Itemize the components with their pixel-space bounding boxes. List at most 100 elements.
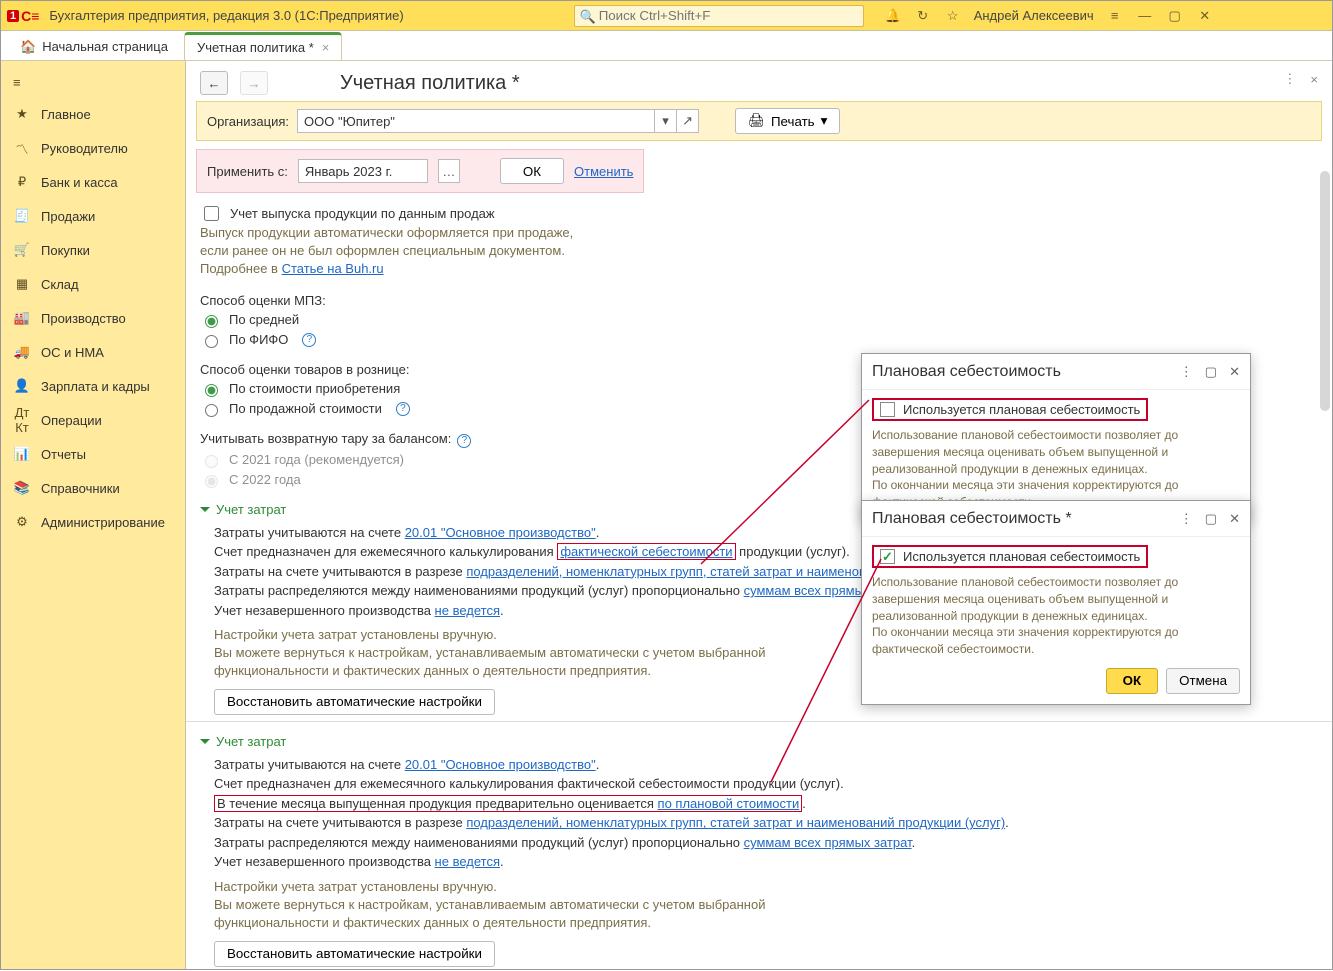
apply-cancel-link[interactable]: Отменить (574, 164, 633, 179)
account-link[interactable]: 20.01 "Основное производство" (405, 525, 596, 540)
tab-accounting-policy[interactable]: Учетная политика * × (184, 32, 342, 60)
help-icon[interactable]: ? (457, 434, 471, 448)
kebab-icon[interactable]: ⋮ (1180, 364, 1193, 380)
restore-defaults-button-1[interactable]: Восстановить автоматические настройки (214, 689, 495, 715)
close-icon[interactable]: ✕ (1229, 364, 1240, 380)
tab-home[interactable]: 🏠 Начальная страница (7, 32, 181, 60)
user-name[interactable]: Андрей Алексеевич (974, 8, 1094, 23)
close-icon[interactable]: ✕ (1196, 8, 1214, 24)
sidebar-label: Руководителю (41, 141, 128, 156)
sidebar-item-11[interactable]: 📚Справочники (1, 471, 185, 505)
costs-text-2: Затраты учитываются на счете 20.01 "Осно… (200, 755, 1318, 967)
sidebar-label: Администрирование (41, 515, 165, 530)
popup1-title: Плановая себестоимость (872, 363, 1180, 381)
actual-cost-link-1[interactable]: фактической себестоимости (560, 544, 732, 559)
sidebar-icon: 📊 (13, 446, 31, 462)
sidebar-item-6[interactable]: 🏭Производство (1, 301, 185, 335)
restore-defaults-button-2[interactable]: Восстановить автоматические настройки (214, 941, 495, 967)
sidebar-item-2[interactable]: ₽Банк и касса (1, 165, 185, 199)
dimensions-link-2[interactable]: подразделений, номенклатурных групп, ста… (466, 815, 1005, 830)
apply-date-field[interactable]: Январь 2023 г. (298, 159, 428, 183)
account-link-2[interactable]: 20.01 "Основное производство" (405, 757, 596, 772)
sidebar-item-7[interactable]: 🚚ОС и НМА (1, 335, 185, 369)
minimize-icon[interactable]: — (1136, 8, 1154, 23)
popup2-title: Плановая себестоимость * (872, 510, 1180, 528)
tab-home-label: Начальная страница (42, 39, 168, 54)
sidebar-icon: 〽 (13, 139, 31, 158)
sidebar-label: Покупки (41, 243, 90, 258)
maximize-icon[interactable]: ▢ (1166, 8, 1184, 24)
dimensions-link-1[interactable]: подразделений, номенклатурных групп, ста… (466, 564, 912, 579)
maximize-icon[interactable]: ▢ (1205, 511, 1217, 527)
page-title: Учетная политика * (340, 72, 520, 95)
sidebar-item-10[interactable]: 📊 Отчеты (1, 437, 185, 471)
tab-close-icon[interactable]: × (322, 40, 330, 55)
popup-planned-cost-1: Плановая себестоимость ⋮ ▢ ✕ Используетс… (861, 353, 1251, 522)
popup-planned-cost-2: Плановая себестоимость * ⋮ ▢ ✕ Используе… (861, 500, 1251, 705)
kebab-icon[interactable]: ⋮ (1283, 71, 1296, 87)
sales-hint: Выпуск продукции автоматически оформляет… (200, 224, 1318, 279)
close-icon[interactable]: ✕ (1229, 511, 1240, 527)
wip-link-1[interactable]: не ведется (435, 603, 500, 618)
mpz-fifo[interactable]: По ФИФО? (200, 332, 1318, 348)
search-icon: 🔍 (580, 9, 596, 25)
buh-article-link[interactable]: Статье на Buh.ru (282, 261, 384, 276)
planned-cost-link[interactable]: по плановой стоимости (658, 796, 800, 811)
popup2-cancel-button[interactable]: Отмена (1166, 668, 1240, 694)
sidebar-item-3[interactable]: 🧾Продажи (1, 199, 185, 233)
print-button[interactable]: 🖨 Печать ▾ (735, 108, 840, 134)
apply-bar: Применить с: Январь 2023 г. … ОК Отменит… (196, 149, 644, 193)
sidebar-label: Главное (41, 107, 91, 122)
sidebar-icon: 🛒 (13, 242, 31, 258)
sidebar-item-9[interactable]: Дт КтОперации (1, 403, 185, 437)
apply-ok-button[interactable]: ОК (500, 158, 564, 184)
popup1-checkbox-row[interactable]: Используется плановая себестоимость (872, 398, 1148, 421)
sidebar-label: Отчеты (41, 447, 86, 462)
sidebar-label: Операции (41, 413, 102, 428)
popup2-checkbox[interactable] (880, 549, 895, 564)
help-icon[interactable]: ? (396, 402, 410, 416)
org-select[interactable]: ООО "Юпитер" (297, 109, 655, 133)
org-dropdown-button[interactable]: ▾ (655, 109, 677, 133)
sidebar-icon: 📚 (13, 480, 31, 496)
chk-sales-output[interactable]: Учет выпуска продукции по данным продаж (200, 203, 1318, 224)
sidebar-toggle[interactable]: ≡ (1, 67, 185, 97)
popup1-checkbox[interactable] (880, 402, 895, 417)
sidebar-icon: 🚚 (13, 344, 31, 360)
sidebar-icon: ▦ (13, 276, 31, 292)
chk-sales-input[interactable] (204, 206, 219, 221)
popup2-checkbox-row[interactable]: Используется плановая себестоимость (872, 545, 1148, 568)
wip-link-2[interactable]: не ведется (435, 854, 500, 869)
sidebar-item-0[interactable]: ★ Главное (1, 97, 185, 131)
page-close-icon[interactable]: × (1310, 72, 1318, 87)
logo-icon: С≡ (7, 8, 39, 24)
sidebar-label: Банк и касса (41, 175, 118, 190)
expander-costs-2[interactable]: Учет затрат (200, 734, 1318, 749)
sidebar-item-4[interactable]: 🛒 Покупки (1, 233, 185, 267)
search-input[interactable] (574, 5, 864, 27)
allocation-link-2[interactable]: суммам всех прямых затрат (744, 835, 912, 850)
home-icon: 🏠 (20, 39, 36, 55)
maximize-icon[interactable]: ▢ (1205, 364, 1217, 380)
sidebar-item-8[interactable]: 👤Зарплата и кадры (1, 369, 185, 403)
sidebar-icon: ★ (13, 106, 31, 122)
search-box[interactable]: 🔍 (574, 5, 864, 27)
sidebar-item-1[interactable]: 〽 Руководителю (1, 131, 185, 165)
date-picker-button[interactable]: … (438, 159, 460, 183)
tab-row: 🏠 Начальная страница Учетная политика * … (1, 31, 1332, 61)
menu-icon[interactable]: ≡ (1106, 8, 1124, 23)
apply-label: Применить с: (207, 164, 288, 179)
scrollbar[interactable] (1320, 171, 1330, 411)
sidebar-item-12[interactable]: ⚙Администрирование (1, 505, 185, 539)
help-icon[interactable]: ? (302, 333, 316, 347)
bell-icon[interactable]: 🔔 (884, 8, 902, 24)
nav-forward-button[interactable]: → (240, 71, 268, 95)
nav-back-button[interactable]: ← (200, 71, 228, 95)
popup2-ok-button[interactable]: ОК (1106, 668, 1159, 694)
kebab-icon[interactable]: ⋮ (1180, 511, 1193, 527)
mpz-avg[interactable]: По средней (200, 312, 1318, 328)
sidebar-item-5[interactable]: ▦Склад (1, 267, 185, 301)
star-icon[interactable]: ☆ (944, 8, 962, 24)
history-icon[interactable]: ↻ (914, 8, 932, 24)
org-open-button[interactable]: ↗ (677, 109, 699, 133)
